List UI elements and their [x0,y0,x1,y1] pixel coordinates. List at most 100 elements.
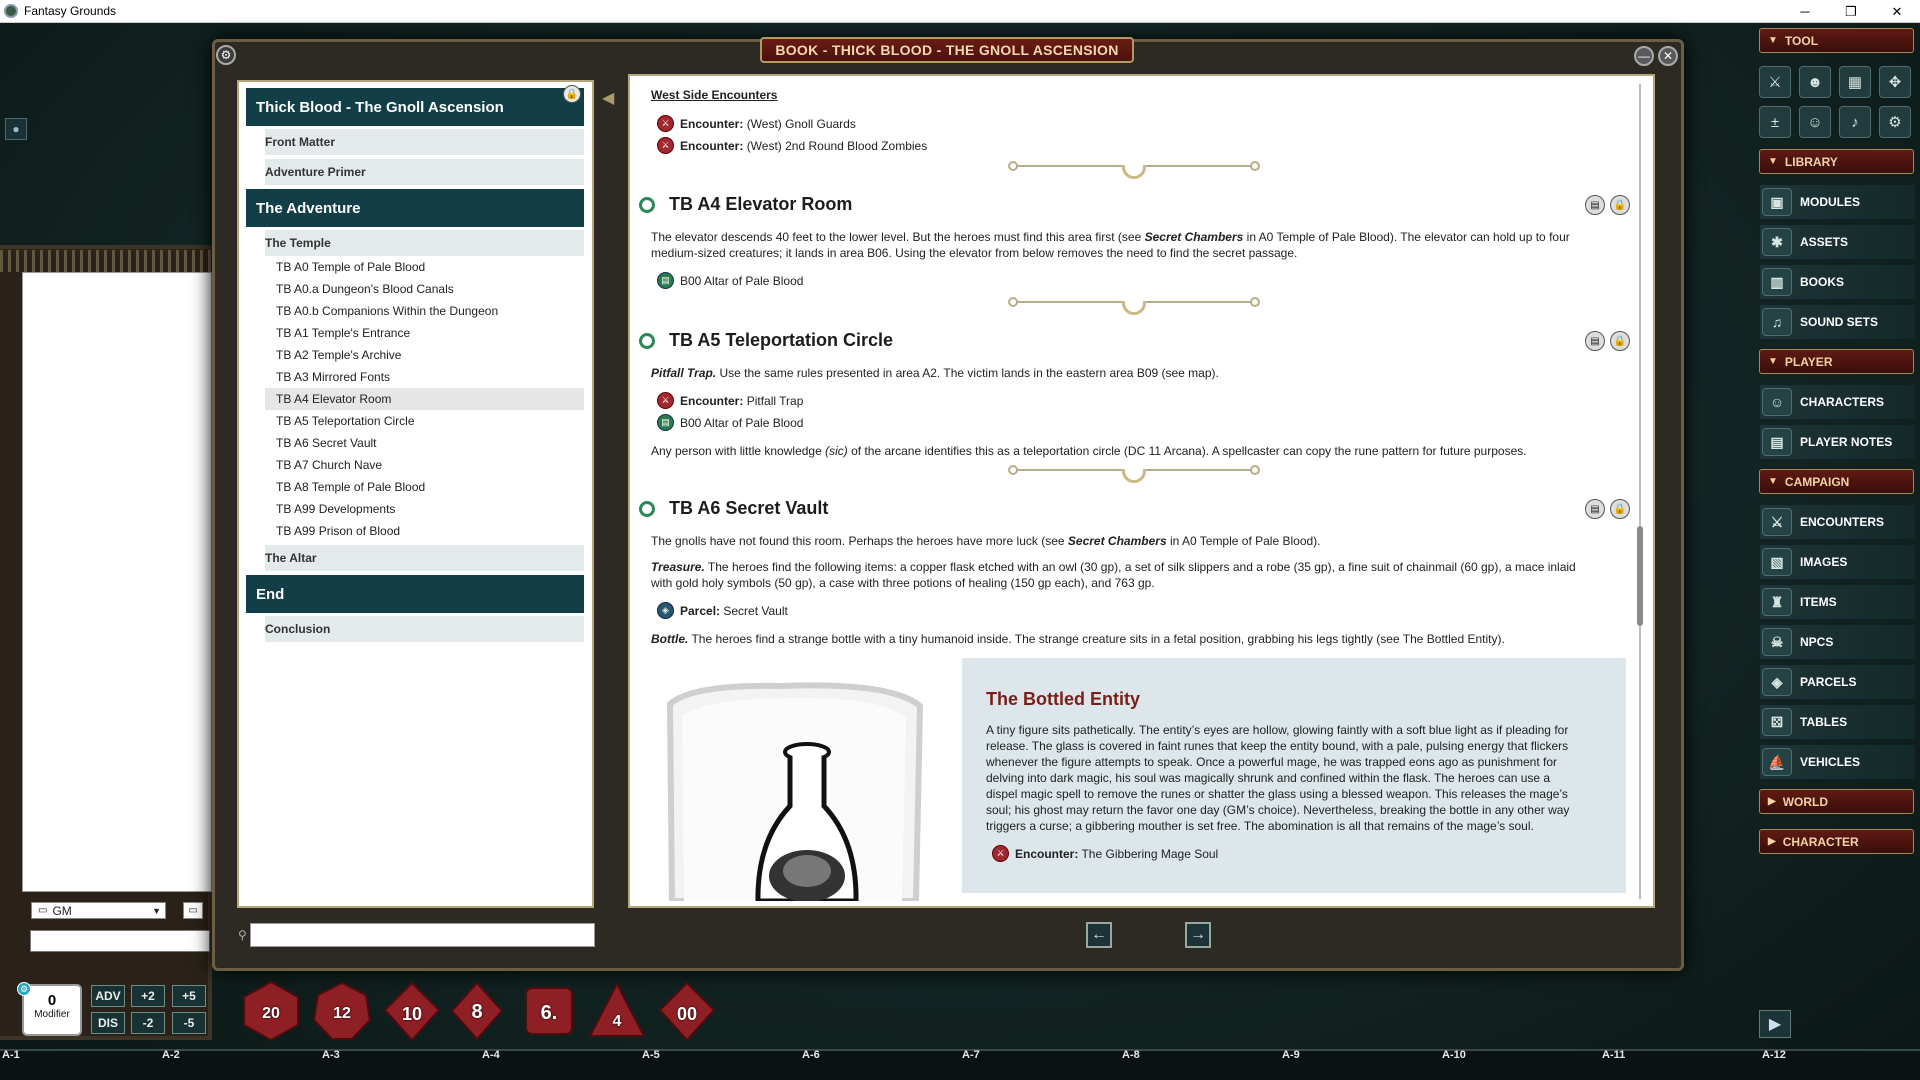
encounter-link-icon[interactable]: ⚔ [992,845,1009,862]
hotkey-slot[interactable]: A-10 [1442,1049,1466,1061]
sidebar-item-images[interactable]: ▧ IMAGES [1760,545,1915,579]
sidebar-section-character[interactable]: ▶ CHARACTER [1759,829,1914,854]
toc-adventure-primer[interactable]: Adventure Primer [265,159,584,185]
sidebar-item-modules[interactable]: ▣ MODULES [1760,185,1915,219]
lock-toggle-icon[interactable]: ● [5,118,27,140]
sidebar-item-vehicles[interactable]: ⛵ VEHICLES [1760,745,1915,779]
chat-mode-button[interactable]: ▭ [183,902,203,919]
hotkey-slot[interactable]: A-9 [1282,1049,1300,1061]
hotkey-slot[interactable]: A-5 [642,1049,660,1061]
toc-lock-icon[interactable]: 🔒 [563,85,581,103]
music-icon[interactable]: ♪ [1839,106,1871,138]
sidebar-item-encounters[interactable]: ⚔ ENCOUNTERS [1760,505,1915,539]
hotkey-slot[interactable]: A-3 [322,1049,340,1061]
sidebar-item-player-notes[interactable]: ▤ PLAYER NOTES [1760,425,1915,459]
gear-small-icon[interactable]: ⚙ [17,982,31,996]
lock-icon[interactable]: 🔒 [1610,331,1630,351]
close-book-icon[interactable]: ✕ [1658,46,1678,66]
toc-item[interactable]: TB A7 Church Nave [265,454,584,476]
hotkey-slot[interactable]: A-2 [162,1049,180,1061]
sidebar-item-books[interactable]: ▥ BOOKS [1760,265,1915,299]
minimize-book-icon[interactable]: — [1634,46,1654,66]
plus-5-button[interactable]: +5 [172,985,206,1007]
book-menu-icon[interactable]: ⚙ [216,45,236,65]
toc-conclusion[interactable]: Conclusion [265,616,584,642]
toc-item[interactable]: TB A99 Developments [265,498,584,520]
modifiers-icon[interactable]: ± [1759,106,1791,138]
options-icon[interactable]: ✥ [1879,66,1911,98]
hotkey-slot[interactable]: A-1 [2,1049,20,1061]
sidebar-item-sound-sets[interactable]: ♫ SOUND SETS [1760,305,1915,339]
encounter-link[interactable]: Encounter: The Gibbering Mage Soul [1015,846,1218,862]
d100-die-icon[interactable]: 00 [656,980,718,1042]
d8-die-icon[interactable]: 8 [446,980,508,1042]
calendar-icon[interactable]: ▦ [1839,66,1871,98]
toc-book-header[interactable]: Thick Blood - The Gnoll Ascension [246,88,584,126]
story-link[interactable]: B00 Altar of Pale Blood [680,273,803,289]
hotkey-slot[interactable]: A-11 [1602,1049,1625,1061]
toc-front-matter[interactable]: Front Matter [265,129,584,155]
lock-icon[interactable]: 🔒 [1610,499,1630,519]
note-icon[interactable]: ▤ [1585,331,1605,351]
toc-item[interactable]: TB A1 Temple's Entrance [265,322,584,344]
dis-button[interactable]: DIS [91,1012,125,1034]
minus-5-button[interactable]: -5 [172,1012,206,1034]
modifier-box[interactable]: 0 Modifier [22,984,82,1036]
sidebar-section-tool[interactable]: ▼ TOOL [1759,28,1914,53]
adv-button[interactable]: ADV [91,985,125,1007]
settings-gear-icon[interactable]: ⚙ [1879,106,1911,138]
toc-the-altar[interactable]: The Altar [265,545,584,571]
toc-chapter-adventure[interactable]: The Adventure [246,189,584,227]
sidebar-section-player[interactable]: ▼ PLAYER [1759,349,1914,374]
toc-item[interactable]: TB A99 Prison of Blood [265,520,584,542]
parcel-link-icon[interactable]: ◈ [657,602,674,619]
toc-item[interactable]: TB A2 Temple's Archive [265,344,584,366]
previous-page-button[interactable]: ← [1086,922,1112,948]
encounter-link-icon[interactable]: ⚔ [657,137,674,154]
sidebar-section-campaign[interactable]: ▼ CAMPAIGN [1759,469,1914,494]
encounter-link-icon[interactable]: ⚔ [657,115,674,132]
restore-button[interactable]: ❐ [1828,0,1874,23]
toc-item[interactable]: TB A0.b Companions Within the Dungeon [265,300,584,322]
toc-the-temple[interactable]: The Temple [265,230,584,256]
d12-die-icon[interactable]: 12 [311,980,373,1042]
sidebar-item-parcels[interactable]: ◈ PARCELS [1760,665,1915,699]
d10-die-icon[interactable]: 10 [381,980,443,1042]
encounter-link-icon[interactable]: ⚔ [657,392,674,409]
sidebar-item-items[interactable]: ♜ ITEMS [1760,585,1915,619]
chat-log[interactable] [22,272,212,892]
hotkey-slot[interactable]: A-6 [802,1049,820,1061]
toc-item[interactable]: TB A0 Temple of Pale Blood [265,256,584,278]
d20-die-icon[interactable]: 20 [240,980,302,1042]
collapse-toc-icon[interactable]: ◀ [602,88,614,108]
story-link-icon[interactable]: ▤ [657,414,674,431]
story-link-icon[interactable]: ▤ [657,272,674,289]
toc-search-input[interactable] [250,923,595,947]
hotkey-slot[interactable]: A-7 [962,1049,980,1061]
story-link[interactable]: B00 Altar of Pale Blood [680,415,803,431]
toc-item[interactable]: TB A6 Secret Vault [265,432,584,454]
combat-tracker-icon[interactable]: ⚔ [1759,66,1791,98]
d6-die-icon[interactable]: 6. [518,980,580,1042]
hotkey-slot[interactable]: A-8 [1122,1049,1140,1061]
party-sheet-icon[interactable]: ☻ [1799,66,1831,98]
parcel-link[interactable]: Parcel: Secret Vault [680,603,788,619]
sidebar-item-characters[interactable]: ☺ CHARACTERS [1760,385,1915,419]
toc-item-selected[interactable]: TB A4 Elevator Room [265,388,584,410]
sidebar-item-tables[interactable]: ⚄ TABLES [1760,705,1915,739]
plus-2-button[interactable]: +2 [131,985,165,1007]
encounter-link[interactable]: Encounter: (West) Gnoll Guards [680,116,856,132]
toc-chapter-end[interactable]: End [246,575,584,613]
next-page-button[interactable]: → [1185,922,1211,948]
encounter-link[interactable]: Encounter: Pitfall Trap [680,393,803,409]
note-icon[interactable]: ▤ [1585,499,1605,519]
sidebar-section-library[interactable]: ▼ LIBRARY [1759,149,1914,174]
note-icon[interactable]: ▤ [1585,195,1605,215]
hotkey-slot[interactable]: A-12 [1762,1049,1786,1061]
lock-icon[interactable]: 🔒 [1610,195,1630,215]
close-window-button[interactable]: ✕ [1874,0,1920,23]
minus-2-button[interactable]: -2 [131,1012,165,1034]
scrollbar-track[interactable] [1639,84,1641,899]
toc-item[interactable]: TB A5 Teleportation Circle [265,410,584,432]
sidebar-item-assets[interactable]: ✱ ASSETS [1760,225,1915,259]
